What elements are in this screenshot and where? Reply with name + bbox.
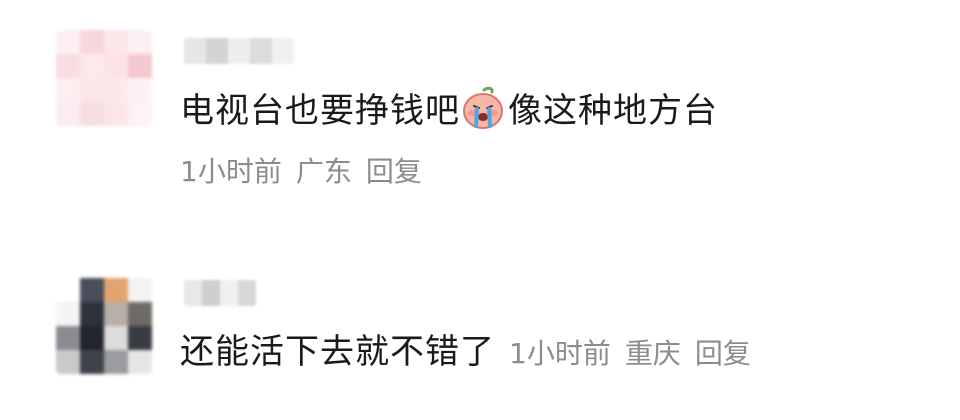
crying-peach-emoji-icon	[463, 86, 503, 129]
comment-location: 广东	[295, 155, 352, 188]
avatar[interactable]	[56, 278, 152, 374]
username[interactable]	[184, 280, 256, 306]
comment-meta: 1小时前 广东 回复	[180, 154, 436, 190]
comment-item: 电视台也要挣钱吧 像这种地方台 1小时前 广东 回复	[0, 0, 960, 210]
comment-text-part: 像这种地方台	[508, 91, 718, 131]
comment-item: 还能活下去就不错了 1小时前 重庆 回复	[0, 250, 960, 420]
comment-text-part: 还能活下去就不错了	[180, 332, 495, 372]
comment-time: 1小时前	[509, 337, 611, 370]
comment-text: 电视台也要挣钱吧 像这种地方台	[180, 86, 718, 133]
comment-time: 1小时前	[180, 155, 282, 188]
comment-text: 还能活下去就不错了 1小时前 重庆 回复	[180, 330, 765, 376]
comment-text-part: 电视台也要挣钱吧	[180, 91, 460, 131]
comment-location: 重庆	[624, 337, 681, 370]
username[interactable]	[184, 38, 294, 64]
avatar[interactable]	[56, 30, 152, 126]
comment-meta: 1小时前 重庆 回复	[509, 337, 765, 370]
reply-button[interactable]: 回复	[366, 155, 422, 188]
reply-button[interactable]: 回复	[695, 337, 751, 370]
